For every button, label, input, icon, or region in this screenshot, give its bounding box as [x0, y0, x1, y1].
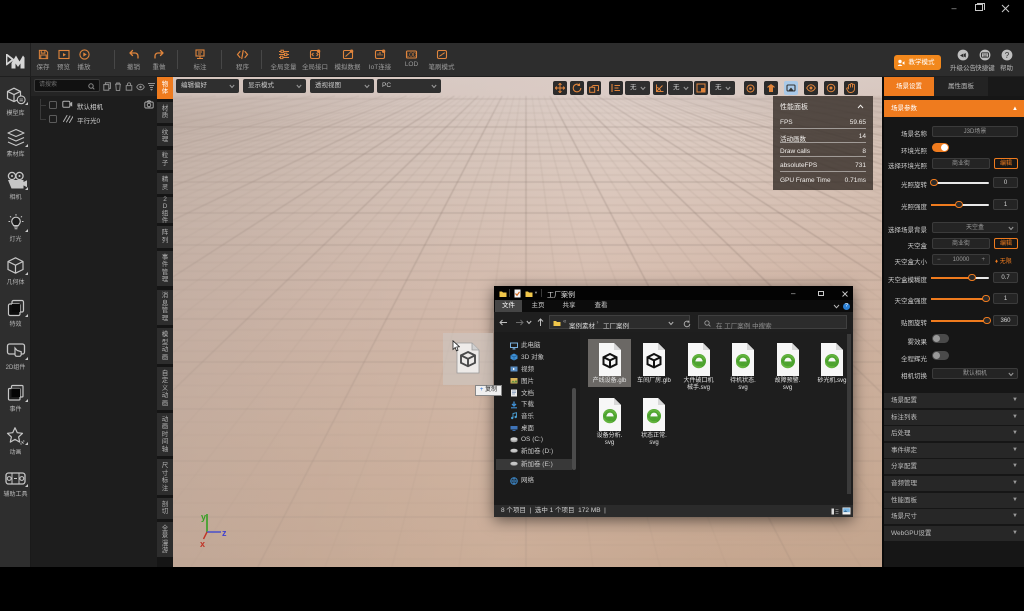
- svg-text:x: x: [200, 539, 205, 548]
- svg-text:z: z: [222, 528, 227, 538]
- svg-text:LOD: LOD: [406, 53, 417, 59]
- svg-text:y: y: [201, 512, 206, 522]
- svg-text:?: ?: [1004, 51, 1009, 60]
